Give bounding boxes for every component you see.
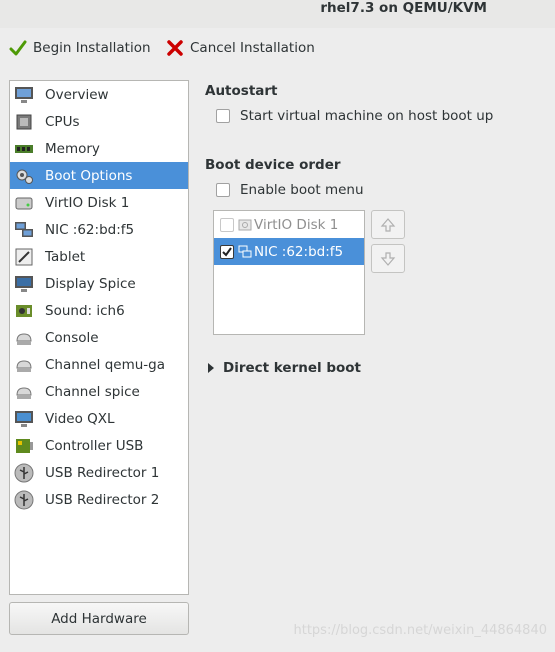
arrow-up-icon	[380, 217, 396, 232]
sidebar-item-usb-redirector-2[interactable]: USB Redirector 2	[10, 486, 188, 513]
expander-triangle-icon	[208, 363, 214, 373]
boot-device-nic-label: NIC :62:bd:f5	[254, 243, 344, 260]
boot-device-list: VirtIO Disk 1 NIC :62:bd:f5	[213, 210, 365, 335]
channel-icon	[13, 354, 35, 376]
autostart-checkbox-row[interactable]: Start virtual machine on host boot up	[216, 108, 493, 124]
sidebar-item-virtio-disk[interactable]: VirtIO Disk 1	[10, 189, 188, 216]
move-down-button[interactable]	[371, 244, 405, 273]
boot-device-row-nic[interactable]: NIC :62:bd:f5	[214, 238, 364, 265]
boot-device-row-disk[interactable]: VirtIO Disk 1	[214, 211, 364, 238]
usb-icon	[13, 462, 35, 484]
display-icon	[13, 273, 35, 295]
usb-icon	[13, 489, 35, 511]
watermark: https://blog.csdn.net/weixin_44864840	[293, 623, 547, 638]
enable-boot-menu-checkbox[interactable]	[216, 183, 230, 197]
enable-boot-menu-row[interactable]: Enable boot menu	[216, 182, 364, 198]
sound-card-icon	[13, 300, 35, 322]
sidebar-item-usb-redirector-1[interactable]: USB Redirector 1	[10, 459, 188, 486]
sidebar-item-sound[interactable]: Sound: ich6	[10, 297, 188, 324]
boot-device-disk-checkbox[interactable]	[220, 217, 234, 232]
hardware-list: Overview CPUs Memory Boot Options VirtIO…	[9, 80, 189, 595]
tablet-icon	[13, 246, 35, 268]
controller-icon	[13, 435, 35, 457]
title-bar: rhel7.3 on QEMU/KVM	[0, 0, 555, 28]
cpu-icon	[13, 111, 35, 133]
network-icon	[13, 219, 35, 241]
disk-icon	[13, 192, 35, 214]
window-title: rhel7.3 on QEMU/KVM	[320, 0, 487, 16]
channel-icon	[13, 381, 35, 403]
sidebar-item-memory[interactable]: Memory	[10, 135, 188, 162]
sidebar-item-boot-options[interactable]: Boot Options	[10, 162, 188, 189]
cancel-installation-button[interactable]: Cancel Installation	[166, 36, 315, 60]
toolbar: Begin Installation Cancel Installation	[0, 28, 555, 68]
autostart-checkbox-label: Start virtual machine on host boot up	[240, 108, 494, 124]
direct-kernel-boot-expander[interactable]: Direct kernel boot	[207, 360, 361, 376]
arrow-down-icon	[380, 251, 396, 266]
cancel-x-icon	[167, 40, 183, 56]
memory-icon	[13, 138, 35, 160]
sidebar-item-channel-qemu-ga[interactable]: Channel qemu-ga	[10, 351, 188, 378]
add-hardware-button[interactable]: Add Hardware	[9, 602, 189, 635]
network-icon	[238, 245, 252, 259]
checkmark-icon	[9, 40, 27, 56]
sidebar-item-console[interactable]: Console	[10, 324, 188, 351]
checkmark-icon	[222, 246, 232, 257]
sidebar-item-cpus[interactable]: CPUs	[10, 108, 188, 135]
sidebar-item-channel-spice[interactable]: Channel spice	[10, 378, 188, 405]
sidebar-item-nic[interactable]: NIC :62:bd:f5	[10, 216, 188, 243]
sidebar-item-controller-usb[interactable]: Controller USB	[10, 432, 188, 459]
sidebar-item-tablet[interactable]: Tablet	[10, 243, 188, 270]
enable-boot-menu-label: Enable boot menu	[240, 182, 364, 198]
sidebar-item-overview[interactable]: Overview	[10, 81, 188, 108]
cancel-installation-label: Cancel Installation	[190, 40, 315, 56]
begin-installation-label: Begin Installation	[33, 40, 151, 56]
begin-installation-button[interactable]: Begin Installation	[9, 36, 151, 60]
autostart-checkbox[interactable]	[216, 109, 230, 123]
disk-icon	[238, 218, 252, 232]
monitor-icon	[13, 84, 35, 106]
direct-kernel-boot-label: Direct kernel boot	[223, 360, 361, 376]
boot-device-disk-label: VirtIO Disk 1	[254, 216, 339, 233]
boot-order-heading: Boot device order	[205, 157, 341, 173]
boot-gears-icon	[13, 165, 35, 187]
move-up-button[interactable]	[371, 210, 405, 239]
video-icon	[13, 408, 35, 430]
boot-device-nic-checkbox[interactable]	[220, 244, 234, 259]
sidebar-item-display-spice[interactable]: Display Spice	[10, 270, 188, 297]
sidebar-item-video-qxl[interactable]: Video QXL	[10, 405, 188, 432]
serial-icon	[13, 327, 35, 349]
autostart-heading: Autostart	[205, 83, 278, 99]
